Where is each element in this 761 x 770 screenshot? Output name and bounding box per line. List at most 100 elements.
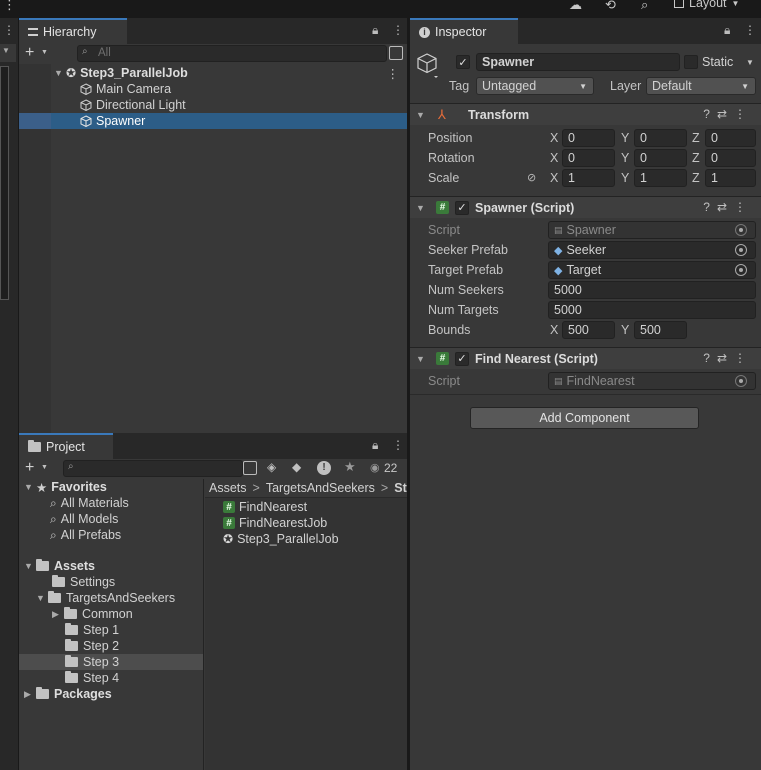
rotation-y-field[interactable]: 0 <box>634 149 687 167</box>
favorite-star-icon[interactable]: ★ <box>344 459 356 475</box>
create-plus-icon[interactable]: + <box>25 44 34 62</box>
scene-visibility-icon[interactable] <box>389 46 403 60</box>
num-seekers-field[interactable]: 5000 <box>548 281 756 299</box>
more-vertical-icon[interactable]: ⋮ <box>734 107 753 121</box>
transform-header[interactable]: ▼ ⅄ Transform ?⇄⋮ <box>410 103 761 125</box>
favorite-all-prefabs[interactable]: ⌕ All Prefabs <box>50 527 121 543</box>
foldout-closed-icon[interactable]: ▶ <box>24 689 36 700</box>
hierarchy-item-spawner[interactable]: Spawner <box>19 113 407 129</box>
breadcrumb-targets[interactable]: TargetsAndSeekers <box>266 481 375 495</box>
more-vertical-icon[interactable]: ⋮ <box>387 66 400 81</box>
rotation-x-field[interactable]: 0 <box>562 149 615 167</box>
project-search-input[interactable]: ⌕ <box>63 460 243 477</box>
foldout-open-icon[interactable]: ▼ <box>416 203 428 213</box>
static-checkbox[interactable] <box>684 55 698 69</box>
lock-icon[interactable]: 🔒︎ <box>724 23 730 38</box>
hierarchy-item-main-camera[interactable]: Main Camera <box>19 81 407 97</box>
num-targets-field[interactable]: 5000 <box>548 301 756 319</box>
spawner-script-header[interactable]: ▼ # ✓ Spawner (Script) ?⇄⋮ <box>410 196 761 218</box>
scale-z-field[interactable]: 1 <box>705 169 756 187</box>
lock-icon[interactable]: 🔒︎ <box>372 438 378 453</box>
help-icon[interactable]: ? <box>703 200 717 214</box>
folder-step-4[interactable]: Step 4 <box>65 670 119 686</box>
create-plus-icon[interactable]: + <box>25 459 34 477</box>
assets-row[interactable]: ▼ Assets <box>24 558 95 574</box>
file-find-nearest-job[interactable]: # FindNearestJob <box>223 515 327 531</box>
more-vertical-icon[interactable]: ⋮ <box>734 351 753 365</box>
seeker-prefab-field[interactable]: ◆ Seeker <box>548 241 756 259</box>
more-vertical-icon[interactable]: ⋮ <box>734 200 753 214</box>
foldout-open-icon[interactable]: ▼ <box>416 110 428 120</box>
foldout-open-icon[interactable]: ▼ <box>24 561 36 571</box>
rotation-z-field[interactable]: 0 <box>705 149 756 167</box>
link-scale-icon[interactable]: ⊘ <box>527 171 536 184</box>
object-picker-icon[interactable] <box>735 244 747 256</box>
more-vertical-icon[interactable]: ⋮ <box>3 0 16 11</box>
chevron-down-icon[interactable]: ▼ <box>41 464 48 471</box>
chevron-down-icon[interactable]: ▼ <box>2 46 10 55</box>
position-z-field[interactable]: 0 <box>705 129 756 147</box>
foldout-open-icon[interactable]: ▼ <box>54 68 66 78</box>
position-x-field[interactable]: 0 <box>562 129 615 147</box>
presets-icon[interactable]: ⇄ <box>717 351 734 365</box>
bounds-x-field[interactable]: 500 <box>562 321 615 339</box>
component-enabled-checkbox[interactable]: ✓ <box>455 351 469 366</box>
presets-icon[interactable]: ⇄ <box>717 107 734 121</box>
more-vertical-icon[interactable]: ⋮ <box>3 23 15 37</box>
filter-type-icon[interactable]: ◈ <box>267 460 276 474</box>
file-step3-scene[interactable]: ✪ Step3_ParallelJob <box>223 531 339 547</box>
folder-common[interactable]: ▶ Common <box>52 606 133 622</box>
breadcrumb-current[interactable]: St <box>394 481 407 495</box>
cloud-icon[interactable]: ☁ <box>569 0 582 11</box>
help-icon[interactable]: ? <box>703 351 717 365</box>
eye-icon[interactable]: ◉ <box>370 461 380 474</box>
scene-row[interactable]: ▼ ✪ Step3_ParallelJob ⋮ <box>19 65 407 81</box>
packages-row[interactable]: ▶ Packages <box>24 686 112 702</box>
help-icon[interactable]: ? <box>703 107 717 121</box>
foldout-open-icon[interactable]: ▼ <box>416 354 428 364</box>
more-vertical-icon[interactable]: ⋮ <box>744 23 756 37</box>
more-vertical-icon[interactable]: ⋮ <box>392 23 404 37</box>
folder-targets-and-seekers[interactable]: ▼ TargetsAndSeekers <box>36 590 175 606</box>
find-nearest-script-header[interactable]: ▼ # ✓ Find Nearest (Script) ?⇄⋮ <box>410 347 761 369</box>
gameobject-icon[interactable] <box>416 52 444 80</box>
favorite-all-models[interactable]: ⌕ All Models <box>50 511 118 527</box>
more-vertical-icon[interactable]: ⋮ <box>392 438 404 452</box>
folder-step-2[interactable]: Step 2 <box>65 638 119 654</box>
foldout-closed-icon[interactable]: ▶ <box>52 609 64 620</box>
search-by-type-icon[interactable] <box>243 461 257 475</box>
position-y-field[interactable]: 0 <box>634 129 687 147</box>
favorite-all-materials[interactable]: ⌕ All Materials <box>50 495 129 511</box>
favorites-row[interactable]: ▼ ★ Favorites <box>24 479 107 495</box>
object-picker-icon[interactable] <box>735 264 747 276</box>
chevron-down-icon[interactable]: ▼ <box>746 58 754 67</box>
search-icon[interactable]: ⌕ <box>641 0 648 11</box>
tab-project[interactable]: Project <box>19 433 113 459</box>
tab-inspector[interactable]: i Inspector <box>410 18 518 44</box>
add-component-button[interactable]: Add Component <box>470 407 699 429</box>
hierarchy-item-directional-light[interactable]: Directional Light <box>19 97 407 113</box>
tag-dropdown[interactable]: Untagged ▼ <box>476 77 594 95</box>
label-tag-icon[interactable]: ◆ <box>292 460 301 474</box>
presets-icon[interactable]: ⇄ <box>717 200 734 214</box>
folder-step-3[interactable]: Step 3 <box>65 654 119 670</box>
component-enabled-checkbox[interactable]: ✓ <box>455 200 469 215</box>
chevron-down-icon[interactable]: ▼ <box>41 49 48 56</box>
scale-x-field[interactable]: 1 <box>562 169 615 187</box>
layer-dropdown[interactable]: Default ▼ <box>646 77 756 95</box>
object-name-input[interactable]: Spawner <box>476 53 680 71</box>
lock-icon[interactable]: 🔒︎ <box>372 23 378 38</box>
history-icon[interactable]: ⟲ <box>605 0 616 11</box>
scale-y-field[interactable]: 1 <box>634 169 687 187</box>
breadcrumb-assets[interactable]: Assets <box>209 481 247 495</box>
foldout-open-icon[interactable]: ▼ <box>24 482 36 492</box>
folder-settings[interactable]: Settings <box>52 574 115 590</box>
foldout-open-icon[interactable]: ▼ <box>36 593 48 603</box>
hierarchy-search-input[interactable]: ⌕ All <box>77 45 387 62</box>
active-checkbox[interactable]: ✓ <box>456 55 470 69</box>
tab-hierarchy[interactable]: Hierarchy <box>19 18 127 44</box>
file-find-nearest[interactable]: # FindNearest <box>223 499 307 515</box>
target-prefab-field[interactable]: ◆ Target <box>548 261 756 279</box>
layout-dropdown[interactable]: Layout ▼ <box>674 0 739 10</box>
folder-step-1[interactable]: Step 1 <box>65 622 119 638</box>
